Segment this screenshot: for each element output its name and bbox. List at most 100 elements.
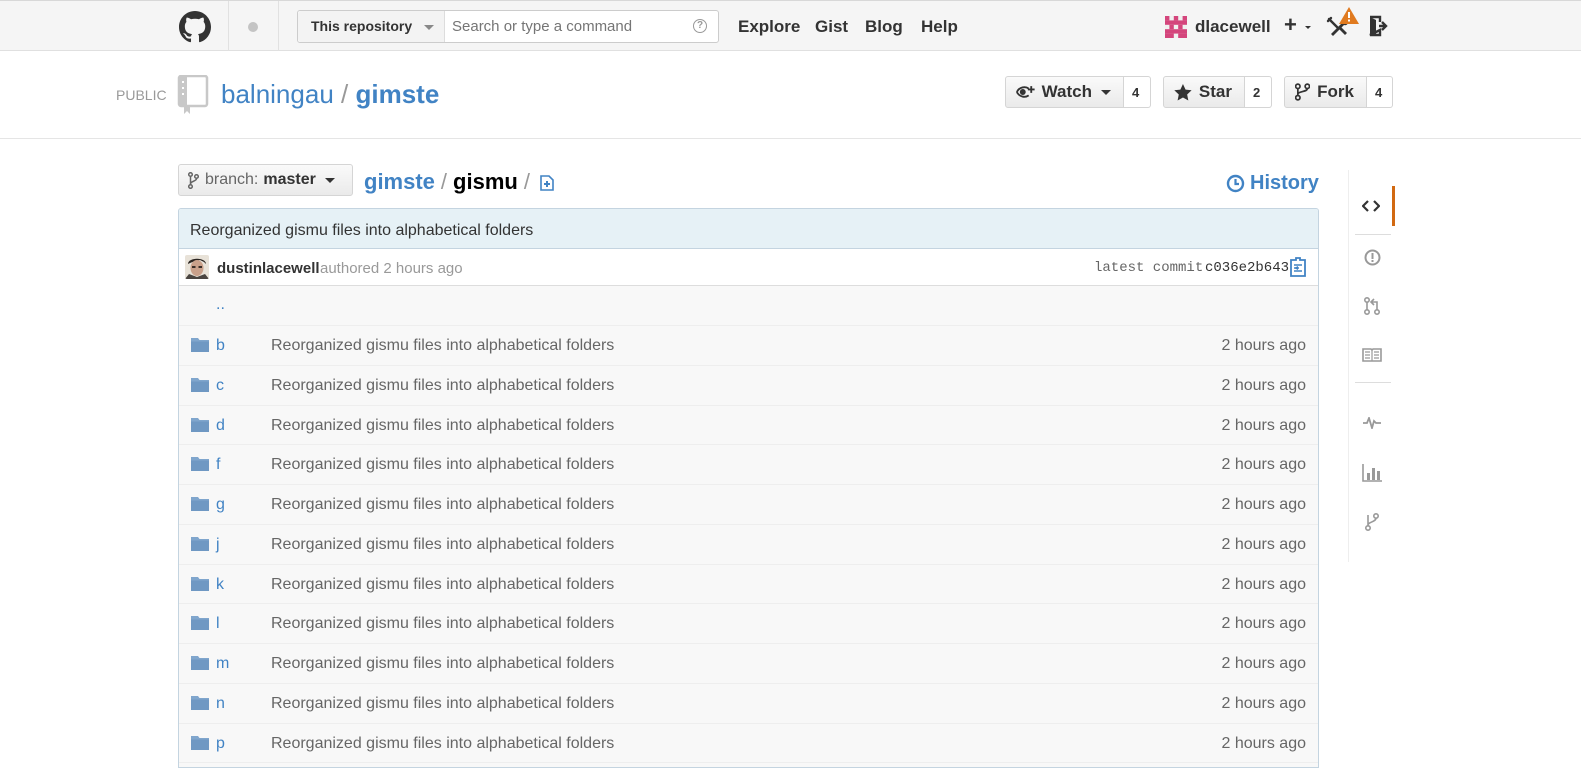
file-row: l Reorganized gismu files into alphabetic… xyxy=(179,604,1318,644)
user-avatar[interactable] xyxy=(1165,16,1187,38)
folder-name-link[interactable]: p xyxy=(216,735,225,753)
create-new-icon[interactable]: + xyxy=(1284,12,1297,38)
file-list: b Reorganized gismu files into alphabetic… xyxy=(179,326,1318,764)
repo-title-separator: / xyxy=(341,79,349,109)
sidebar-graphs[interactable] xyxy=(1349,453,1395,493)
row-commit-message-link[interactable]: Reorganized gismu files into alphabetica… xyxy=(271,417,614,435)
username-link[interactable]: dlacewell xyxy=(1195,17,1271,37)
folder-name-link[interactable]: c xyxy=(216,377,224,395)
row-commit-message-link[interactable]: Reorganized gismu files into alphabetica… xyxy=(271,377,614,395)
row-age: 2 hours ago xyxy=(1221,496,1306,513)
eye-icon xyxy=(1016,86,1035,98)
breadcrumb-root-link[interactable]: gimste xyxy=(364,169,435,194)
file-row: d Reorganized gismu files into alphabetic… xyxy=(179,406,1318,446)
caret-down-icon xyxy=(1305,26,1311,29)
folder-icon xyxy=(191,497,209,511)
folder-name-link[interactable]: k xyxy=(216,576,224,594)
github-logo-icon[interactable] xyxy=(179,11,211,43)
nav-explore[interactable]: Explore xyxy=(738,17,800,37)
watch-group: Watch 4 xyxy=(1005,76,1151,108)
file-row: k Reorganized gismu files into alphabetic… xyxy=(179,565,1318,605)
row-commit-message-link[interactable]: Reorganized gismu files into alphabetica… xyxy=(271,735,614,753)
branch-value: master xyxy=(263,171,316,188)
search-scope-label: This repository xyxy=(311,18,413,34)
file-row: b Reorganized gismu files into alphabetic… xyxy=(179,326,1318,366)
row-commit-message-link[interactable]: Reorganized gismu files into alphabetica… xyxy=(271,655,614,673)
file-row: g Reorganized gismu files into alphabetic… xyxy=(179,485,1318,525)
folder-name-link[interactable]: l xyxy=(216,615,220,633)
row-commit-message-link[interactable]: Reorganized gismu files into alphabetica… xyxy=(271,337,614,355)
nav-help[interactable]: Help xyxy=(921,17,958,37)
row-commit-message-link[interactable]: Reorganized gismu files into alphabetica… xyxy=(271,536,614,554)
file-browser: Reorganized gismu files into alphabetica… xyxy=(178,208,1319,768)
folder-icon xyxy=(191,656,209,670)
folder-icon xyxy=(191,735,209,750)
fork-button[interactable]: Fork xyxy=(1284,76,1367,108)
fork-count[interactable]: 4 xyxy=(1367,76,1393,108)
parent-directory-link[interactable]: .. xyxy=(216,296,225,314)
nav-blog[interactable]: Blog xyxy=(865,17,903,37)
network-icon xyxy=(1365,513,1379,531)
row-age: 2 hours ago xyxy=(1221,416,1306,434)
site-header: This repository ? Explore Gist Blog Help… xyxy=(0,0,1581,51)
repository-header: PUBLIC balningau / gimste Watch 4 Star 2… xyxy=(0,51,1581,139)
history-link[interactable]: History xyxy=(1226,172,1319,195)
sidebar-issues[interactable] xyxy=(1349,237,1395,277)
repo-sidebar xyxy=(1348,170,1395,562)
folder-icon xyxy=(191,457,209,472)
help-icon[interactable]: ? xyxy=(693,19,707,33)
folder-name-link[interactable]: g xyxy=(216,496,225,514)
search-scope-dropdown[interactable]: This repository xyxy=(298,11,445,42)
row-commit-message-link[interactable]: Reorganized gismu files into alphabetica… xyxy=(271,456,614,474)
commit-sha-link[interactable]: c036e2b643 xyxy=(1205,260,1289,276)
row-commit-message-link[interactable]: Reorganized gismu files into alphabetica… xyxy=(271,576,614,594)
row-age: 2 hours ago xyxy=(1221,575,1306,593)
folder-name-link[interactable]: b xyxy=(216,337,225,355)
search-input[interactable] xyxy=(452,18,682,35)
folder-name-link[interactable]: n xyxy=(216,695,225,713)
notification-indicator-icon[interactable] xyxy=(248,22,258,32)
branch-selector[interactable]: branch: master xyxy=(178,164,353,196)
star-count[interactable]: 2 xyxy=(1245,76,1272,108)
warning-icon[interactable] xyxy=(1339,7,1359,24)
row-commit-message-link[interactable]: Reorganized gismu files into alphabetica… xyxy=(271,695,614,713)
sidebar-wiki[interactable] xyxy=(1349,335,1395,375)
row-commit-message-link[interactable]: Reorganized gismu files into alphabetica… xyxy=(271,496,614,514)
file-row: f Reorganized gismu files into alphabetic… xyxy=(179,445,1318,485)
nav-gist[interactable]: Gist xyxy=(815,17,848,37)
latest-commit-label: latest commit xyxy=(1094,260,1204,276)
code-icon xyxy=(1361,200,1380,212)
sidebar-network[interactable] xyxy=(1349,502,1395,542)
sidebar-divider xyxy=(1355,234,1391,235)
breadcrumb-separator: / xyxy=(523,169,530,194)
watch-count[interactable]: 4 xyxy=(1124,76,1151,108)
pull-request-icon xyxy=(1364,297,1380,315)
row-age: 2 hours ago xyxy=(1221,535,1306,553)
clipboard-icon[interactable] xyxy=(1288,257,1308,277)
folder-name-link[interactable]: m xyxy=(216,655,229,673)
row-age: 2 hours ago xyxy=(1221,456,1306,474)
star-button[interactable]: Star xyxy=(1163,76,1245,108)
watch-button[interactable]: Watch xyxy=(1005,76,1124,108)
fork-label: Fork xyxy=(1317,82,1354,101)
repo-owner-link[interactable]: balningau xyxy=(221,79,334,109)
folder-name-link[interactable]: d xyxy=(216,417,225,435)
repo-icon xyxy=(177,75,209,114)
graphs-icon xyxy=(1362,464,1382,482)
row-age: 2 hours ago xyxy=(1221,376,1306,394)
sign-out-icon[interactable] xyxy=(1367,15,1389,37)
repo-name-link[interactable]: gimste xyxy=(355,79,439,109)
sidebar-pulse[interactable] xyxy=(1349,403,1395,443)
commit-message[interactable]: Reorganized gismu files into alphabetica… xyxy=(179,209,1318,249)
folder-name-link[interactable]: j xyxy=(216,536,220,554)
author-avatar[interactable] xyxy=(185,255,209,279)
sidebar-divider xyxy=(1355,382,1391,383)
fork-icon xyxy=(1295,83,1311,101)
sidebar-code[interactable] xyxy=(1349,186,1395,226)
new-file-icon[interactable] xyxy=(539,175,555,191)
folder-name-link[interactable]: f xyxy=(216,456,220,474)
row-commit-message-link[interactable]: Reorganized gismu files into alphabetica… xyxy=(271,615,614,633)
branch-label: branch: xyxy=(205,171,259,188)
sidebar-pull-requests[interactable] xyxy=(1349,286,1395,326)
commit-author-link[interactable]: dustinlacewell xyxy=(217,260,320,277)
